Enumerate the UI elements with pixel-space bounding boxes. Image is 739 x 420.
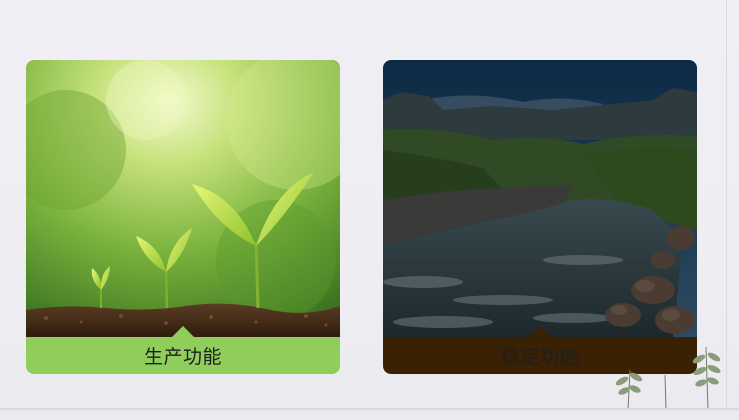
caption-pointer [172, 326, 194, 337]
stability-function-card[interactable]: 稳定功能 [383, 60, 697, 374]
production-function-card[interactable]: 生产功能 [26, 60, 340, 374]
caption-pointer [529, 326, 551, 337]
footer-divider [0, 408, 739, 410]
river-valley-photo [383, 60, 697, 337]
seedlings-photo [26, 60, 340, 337]
production-function-label: 生产功能 [26, 337, 340, 374]
leaf-sprig-decoration [608, 335, 728, 411]
